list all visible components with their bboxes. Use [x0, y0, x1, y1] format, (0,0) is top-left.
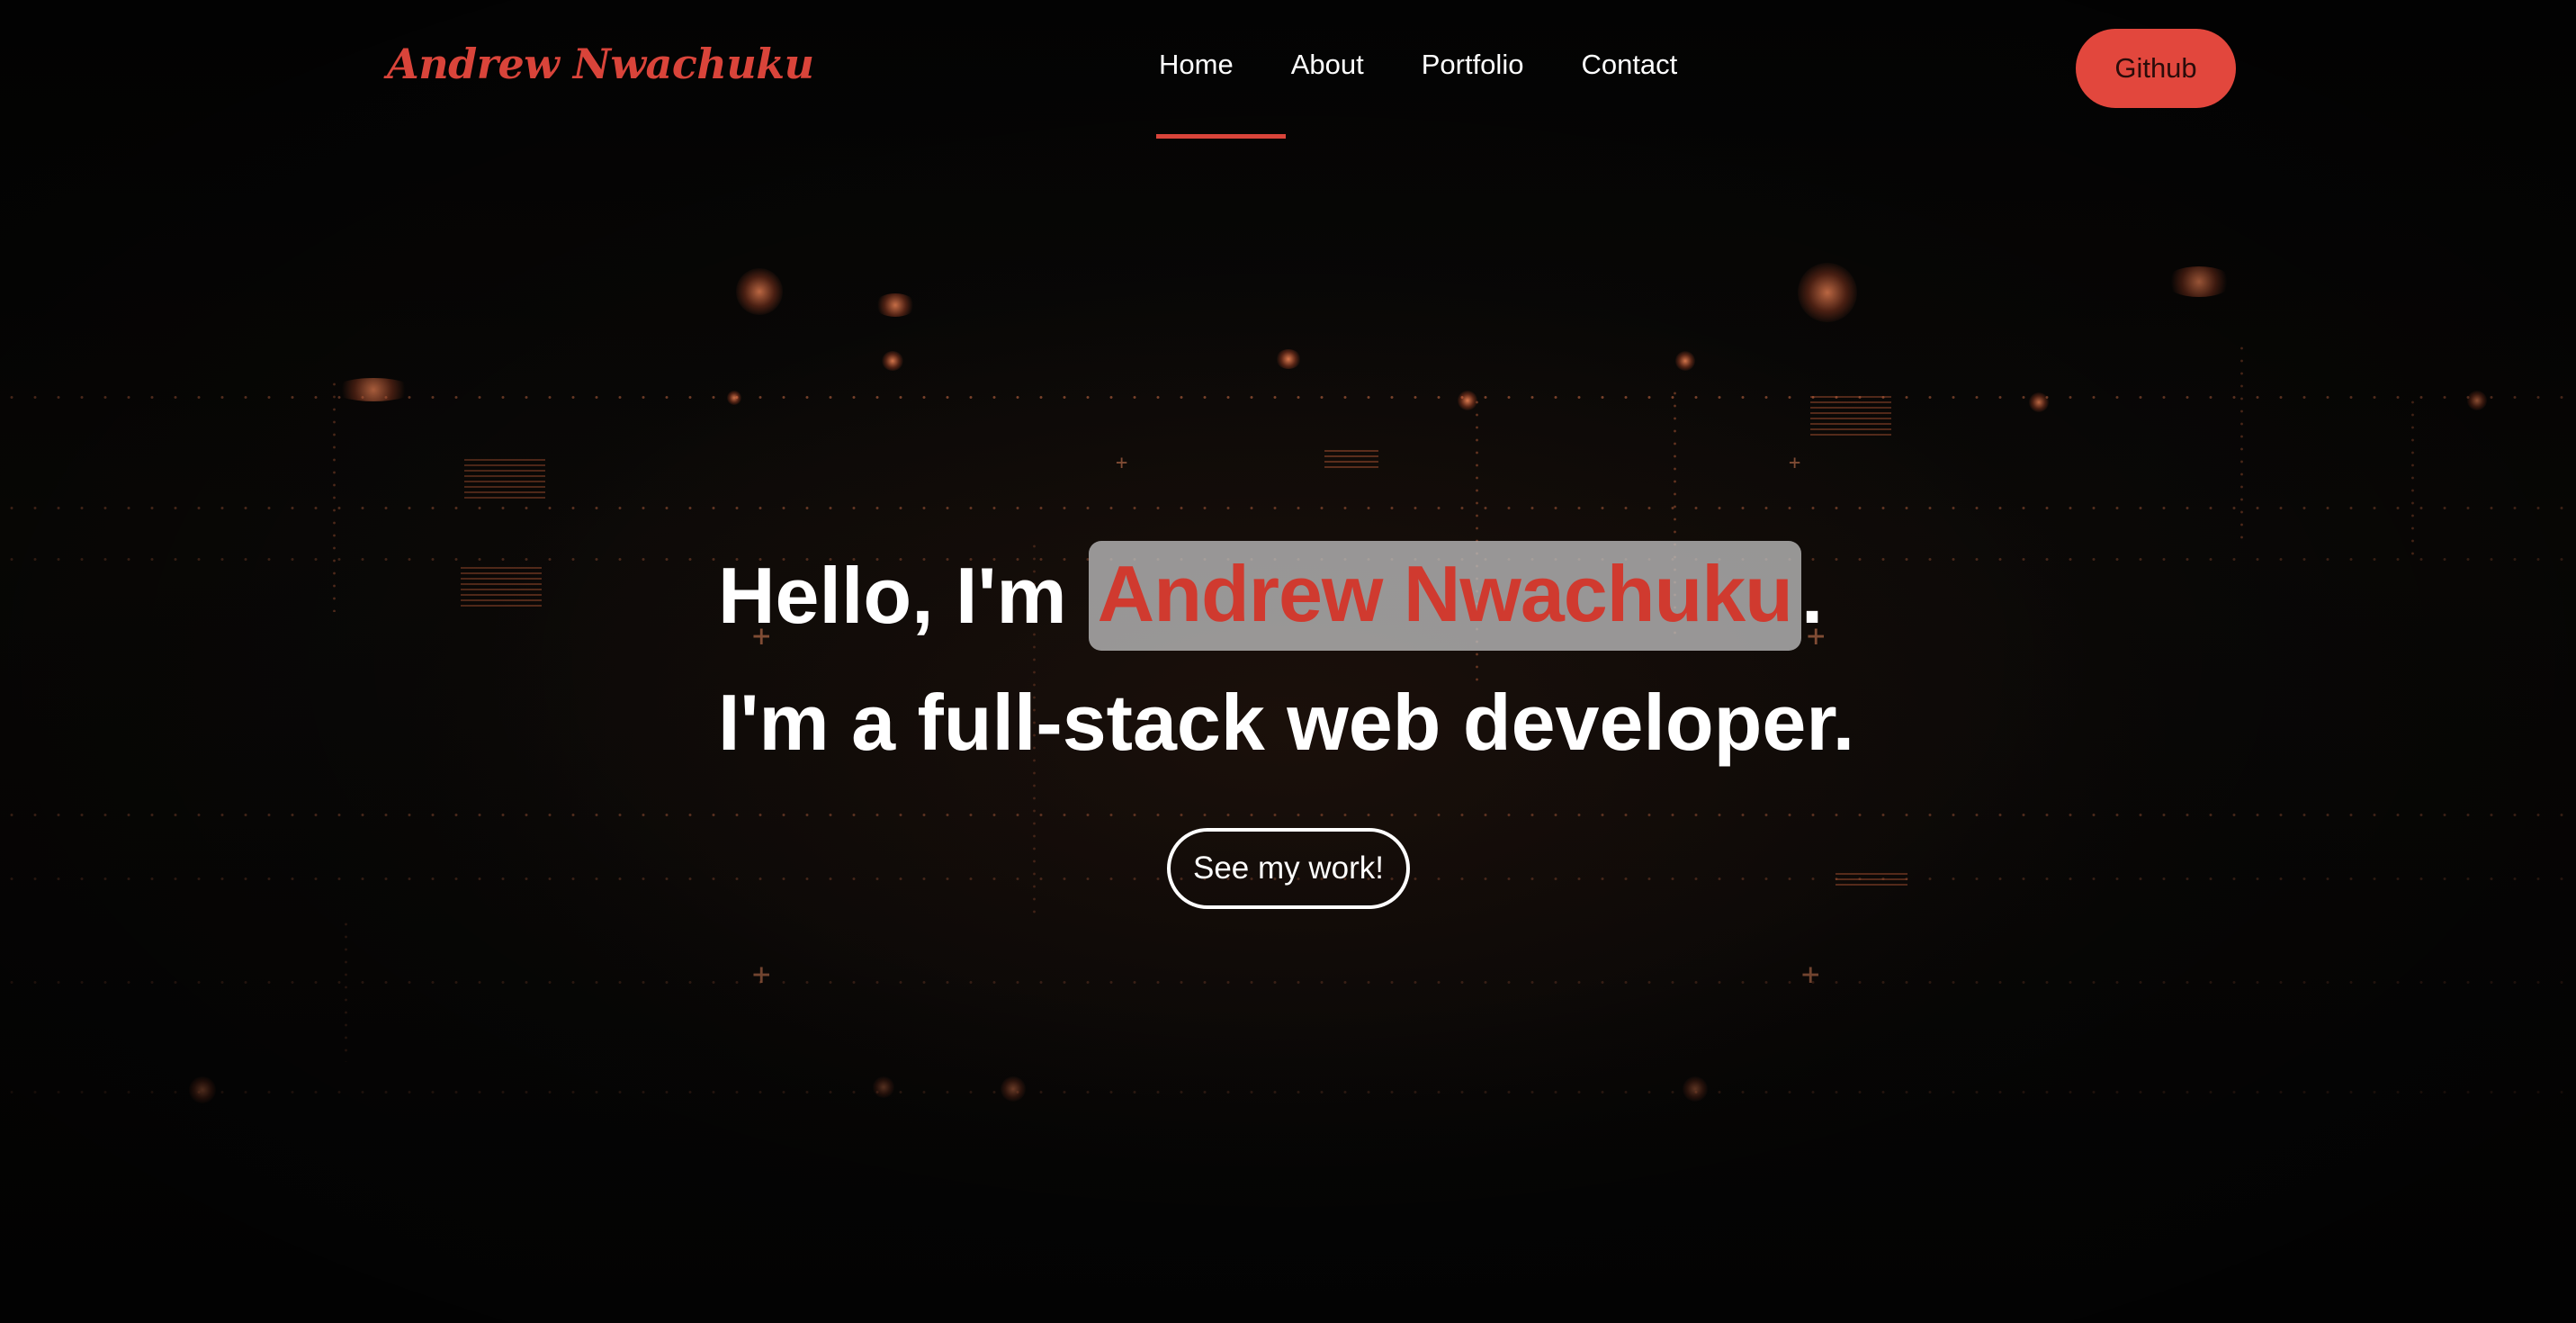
nav-item-home[interactable]: Home	[1159, 47, 1234, 83]
page: + + + + + + Andrew Nwachuku Home About P…	[0, 0, 2576, 1323]
hero-greeting: Hello, I'm Andrew Nwachuku .	[718, 538, 1823, 653]
background-graphic: + + + + + +	[0, 0, 2576, 1323]
see-my-work-button[interactable]: See my work!	[1167, 828, 1410, 909]
main-nav: Home About Portfolio Contact	[1159, 47, 1735, 83]
nav-item-contact[interactable]: Contact	[1581, 47, 1677, 83]
highlighted-name: Andrew Nwachuku	[1088, 541, 1801, 651]
greeting-prefix: Hello, I'm	[718, 551, 1067, 640]
nav-item-about[interactable]: About	[1291, 47, 1364, 83]
nav-item-portfolio[interactable]: Portfolio	[1422, 47, 1524, 83]
greeting-suffix: .	[1800, 551, 1824, 640]
hero-tagline: I'm a full-stack web developer.	[718, 678, 1855, 767]
site-header: Andrew Nwachuku Home About Portfolio Con…	[0, 0, 2576, 144]
github-button[interactable]: Github	[2076, 29, 2236, 108]
site-logo[interactable]: Andrew Nwachuku	[387, 40, 814, 88]
active-nav-indicator	[1156, 134, 1286, 139]
